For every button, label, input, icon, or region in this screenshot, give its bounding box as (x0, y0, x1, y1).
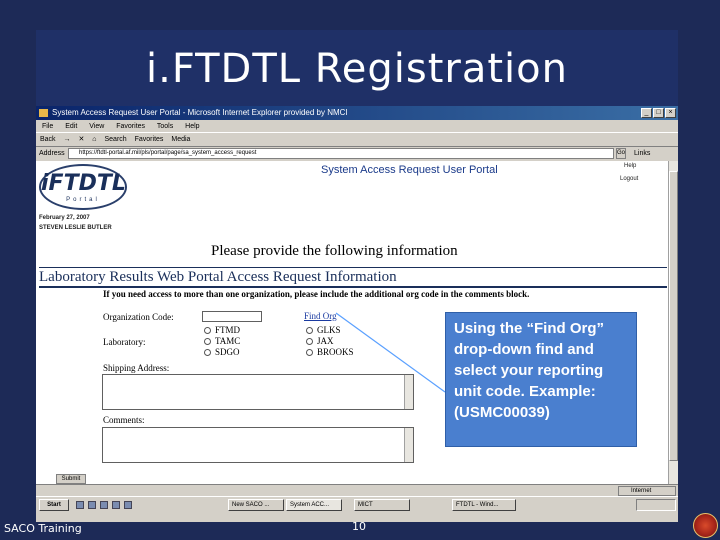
radio-circle-icon (306, 337, 313, 345)
menu-edit[interactable]: Edit (65, 123, 77, 130)
logout-link[interactable]: Logout (620, 176, 638, 182)
radio-circle-icon (306, 326, 313, 334)
slide-number: 10 (352, 520, 366, 533)
ftdtl-logo: iFTDTL Portal (39, 164, 127, 210)
lab-radio-label: SDGO (215, 347, 240, 357)
find-org-link[interactable]: Find Org (304, 311, 337, 321)
status-bar: Internet (36, 484, 678, 496)
logo-text: iFTDTL (41, 171, 126, 196)
window-title: System Access Request User Portal - Micr… (52, 108, 348, 117)
lab-radio-jax[interactable]: JAX (306, 336, 334, 346)
browser-toolbar: Back → ✕ ⌂ Search Favorites Media (36, 133, 678, 147)
instructions-text: If you need access to more than one orga… (103, 289, 530, 299)
start-button[interactable]: Start (39, 499, 69, 511)
window-controls: _ □ × (641, 108, 676, 118)
taskbar-item[interactable]: MICT (354, 499, 410, 511)
quicklaunch-icon[interactable] (100, 501, 108, 509)
lab-radio-label: BROOKS (317, 347, 354, 357)
comments-label: Comments: (103, 415, 145, 425)
windows-taskbar: Start New SACO ... System ACC... MICT FT… (36, 496, 678, 512)
lab-radio-label: TAMC (215, 336, 241, 346)
lab-radio-sdgo[interactable]: SDGO (204, 347, 240, 357)
quicklaunch-icon[interactable] (88, 501, 96, 509)
shipping-address-input[interactable] (102, 374, 414, 410)
shipping-label: Shipping Address: (103, 363, 170, 373)
back-button[interactable]: Back (40, 136, 56, 143)
go-button[interactable]: Go (616, 148, 626, 159)
portal-heading: System Access Request User Portal (321, 164, 498, 176)
maximize-button[interactable]: □ (653, 108, 664, 118)
favorites-button[interactable]: Favorites (135, 136, 164, 143)
org-code-input[interactable] (202, 311, 262, 322)
links-button[interactable]: Links (634, 147, 650, 160)
lab-radio-label: JAX (317, 336, 334, 346)
slide-title: i.FTDTL Registration (36, 30, 678, 108)
help-link[interactable]: Help (624, 163, 636, 169)
taskbar-item[interactable]: System ACC... (286, 499, 342, 511)
home-icon[interactable]: ⌂ (92, 136, 96, 143)
menu-view[interactable]: View (89, 123, 104, 130)
textarea-scrollbar[interactable] (404, 375, 413, 409)
address-input[interactable]: https://ftdtl-portal.af.mil/pls/portal/p… (68, 148, 614, 159)
lab-radio-brooks[interactable]: BROOKS (306, 347, 354, 357)
instruction-callout: Using the “Find Org” drop-down find and … (445, 312, 637, 447)
radio-circle-icon (204, 337, 211, 345)
logo-subtext: Portal (66, 197, 100, 203)
minimize-button[interactable]: _ (641, 108, 652, 118)
address-label: Address (39, 150, 65, 157)
taskbar-item[interactable]: FTDTL - Wind... (452, 499, 516, 511)
provide-info-heading: Please provide the following information (211, 243, 458, 259)
lab-radio-label: FTMD (215, 325, 241, 335)
laboratory-label: Laboratory: (103, 337, 146, 347)
lab-radio-ftmd[interactable]: FTMD (204, 325, 240, 335)
menu-bar: File Edit View Favorites Tools Help (36, 120, 678, 133)
menu-help[interactable]: Help (185, 123, 199, 130)
media-button[interactable]: Media (171, 136, 190, 143)
user-name: STEVEN LESLIE BUTLER (39, 225, 112, 231)
lab-radio-label: GLKS (317, 325, 341, 335)
forward-button[interactable]: → (64, 136, 71, 143)
current-date: February 27, 2007 (39, 215, 90, 221)
section-header: Laboratory Results Web Portal Access Req… (39, 267, 667, 288)
quicklaunch-icon[interactable] (112, 501, 120, 509)
comments-input[interactable] (102, 427, 414, 463)
quicklaunch-icon[interactable] (76, 501, 84, 509)
radio-circle-icon (306, 348, 313, 356)
lab-radio-glks[interactable]: GLKS (306, 325, 341, 335)
org-code-label: Organization Code: (103, 312, 174, 322)
footer-text: SACO Training (4, 522, 82, 535)
page-scrollbar[interactable] (668, 161, 678, 484)
window-titlebar: System Access Request User Portal - Micr… (36, 106, 678, 120)
radio-circle-icon (204, 348, 211, 356)
lab-radio-tamc[interactable]: TAMC (204, 336, 240, 346)
menu-tools[interactable]: Tools (157, 123, 173, 130)
seal-icon (693, 513, 718, 538)
scrollbar-thumb[interactable] (669, 171, 678, 461)
status-zone: Internet (618, 486, 676, 496)
system-tray (636, 499, 676, 511)
menu-file[interactable]: File (42, 123, 53, 130)
submit-button[interactable]: Submit (56, 474, 86, 484)
address-bar: Address https://ftdtl-portal.af.mil/pls/… (36, 147, 678, 160)
radio-circle-icon (204, 326, 211, 334)
textarea-scrollbar[interactable] (404, 428, 413, 462)
taskbar-item[interactable]: New SACO ... (228, 499, 284, 511)
stop-button[interactable]: ✕ (78, 136, 84, 143)
search-button[interactable]: Search (104, 136, 126, 143)
quicklaunch-icon[interactable] (124, 501, 132, 509)
menu-favorites[interactable]: Favorites (116, 123, 145, 130)
ie-icon (39, 109, 48, 117)
close-button[interactable]: × (665, 108, 676, 118)
